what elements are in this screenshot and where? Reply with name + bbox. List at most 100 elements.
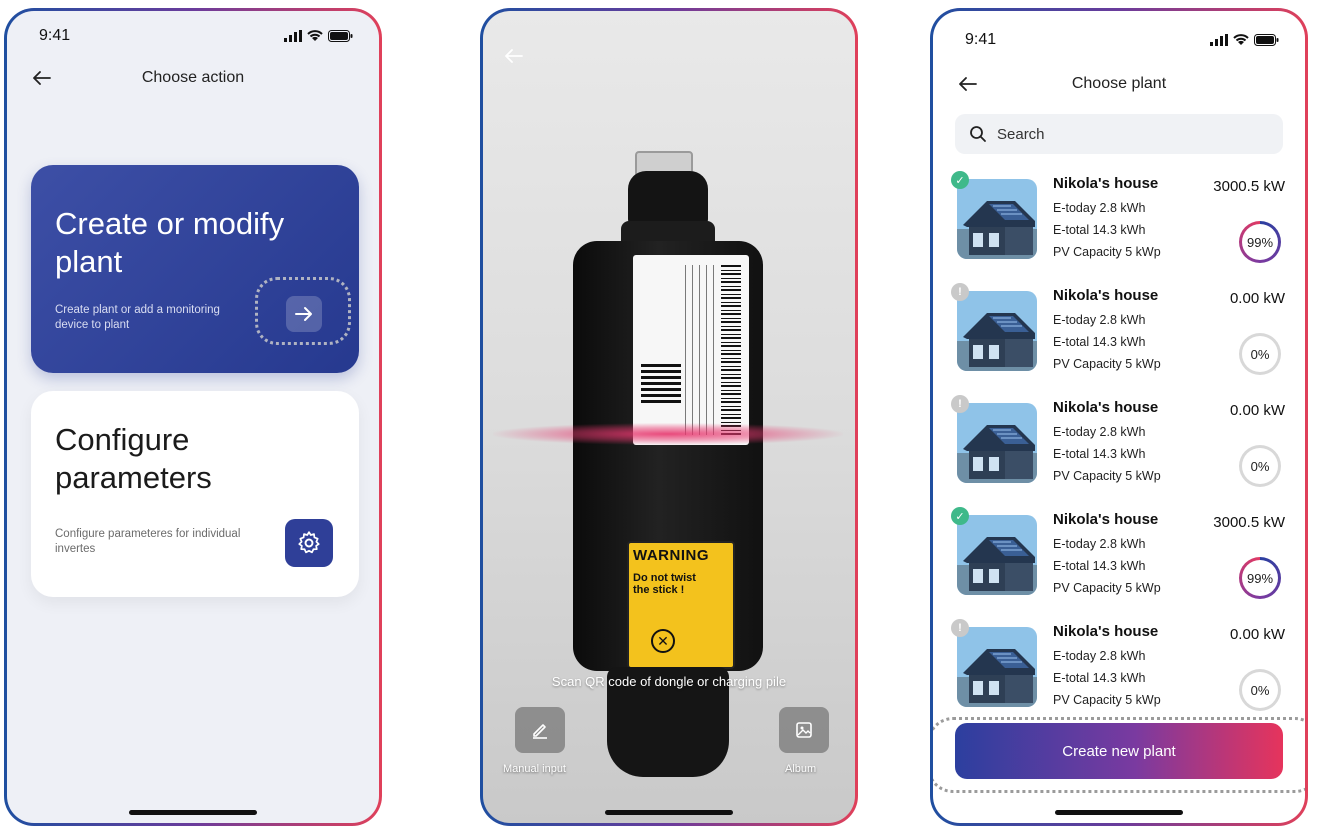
- album-label: Album: [785, 763, 817, 775]
- plant-percent: 99%: [1242, 560, 1278, 596]
- plant-list-item[interactable]: ! Nikola's house 0.00 kW E-today 2.8 kWh…: [951, 283, 1289, 399]
- back-arrow-icon: [959, 77, 977, 91]
- image-icon: [796, 722, 812, 738]
- plant-e-today: E-today 2.8 kWh: [1053, 313, 1146, 327]
- exclamation-icon: !: [951, 283, 969, 301]
- house-image: [957, 515, 1037, 595]
- gear-icon: [298, 531, 320, 554]
- plant-power: 0.00 kW: [1229, 290, 1285, 307]
- plant-power: 0.00 kW: [1229, 402, 1285, 419]
- status-icons: [1210, 34, 1279, 46]
- pencil-icon: [533, 724, 547, 739]
- status-time: 9:41: [965, 31, 997, 48]
- configure-parameters-description: Configure parameteres for individual inv…: [55, 528, 241, 555]
- configure-parameters-card[interactable]: Configure parameters Configure parameter…: [31, 391, 359, 597]
- arrow-right-icon: [295, 307, 312, 321]
- warning-sticker: WARNING Do not twist the stick ! ✕: [627, 541, 735, 669]
- plant-percent: 0%: [1242, 672, 1278, 708]
- plant-thumbnail: [957, 291, 1037, 371]
- house-image: [957, 291, 1037, 371]
- search-icon: [970, 126, 986, 142]
- status-icons: [284, 30, 353, 42]
- status-bar: 9:41: [39, 25, 353, 47]
- exclamation-icon: !: [951, 395, 969, 413]
- warning-x-icon: ✕: [651, 629, 675, 653]
- plant-pv-capacity: PV Capacity 5 kWp: [1053, 245, 1161, 259]
- plant-power: 3000.5 kW: [1213, 178, 1285, 195]
- create-plant-card[interactable]: Create or modify plant Create plant or a…: [31, 165, 359, 373]
- plant-name: Nikola's house: [1053, 175, 1159, 192]
- create-new-plant-button[interactable]: Create new plant: [955, 723, 1283, 779]
- plant-percent: 99%: [1242, 224, 1278, 260]
- home-indicator: [605, 810, 733, 815]
- screen-choose-action: 9:41 Choose action Create or modify plan…: [7, 11, 379, 823]
- configure-parameters-title: Configure parameters: [55, 422, 212, 495]
- plant-pv-capacity: PV Capacity 5 kWp: [1053, 469, 1161, 483]
- plant-name: Nikola's house: [1053, 287, 1159, 304]
- page-title: Choose plant: [1071, 75, 1167, 92]
- warning-text: Do not twist the stick !: [633, 572, 696, 596]
- plant-percent-ring: 99%: [1239, 557, 1281, 599]
- create-plant-arrow-button[interactable]: [286, 296, 322, 332]
- back-button[interactable]: [499, 41, 529, 71]
- back-arrow-icon: [505, 49, 523, 63]
- back-arrow-icon: [33, 71, 51, 85]
- create-plant-title: Create or modify plant: [55, 206, 285, 279]
- plant-e-today: E-today 2.8 kWh: [1053, 649, 1146, 663]
- manual-input-button[interactable]: [515, 707, 565, 753]
- plant-list-item[interactable]: ! Nikola's house 0.00 kW E-today 2.8 kWh…: [951, 395, 1289, 511]
- phone-scan-qr: WARNING Do not twist the stick ! ✕ Scan …: [480, 8, 858, 826]
- wifi-icon: [1233, 34, 1249, 45]
- plant-thumbnail: [957, 627, 1037, 707]
- battery-icon: [1254, 34, 1279, 46]
- plant-percent-ring: 0%: [1239, 333, 1281, 375]
- plant-percent: 0%: [1242, 336, 1278, 372]
- status-bar: 9:41: [965, 29, 1279, 51]
- signal-icon: [1210, 34, 1228, 46]
- back-button[interactable]: [27, 63, 57, 93]
- plant-name: Nikola's house: [1053, 399, 1159, 416]
- home-indicator: [129, 810, 257, 815]
- device-cap: [628, 171, 708, 227]
- screen-choose-plant: 9:41 Choose plant Search ✓ Nikola's hous…: [933, 11, 1305, 823]
- device-label: [633, 255, 749, 445]
- plant-list-item[interactable]: ✓ Nikola's house 3000.5 kW E-today 2.8 k…: [951, 171, 1289, 287]
- house-image: [957, 179, 1037, 259]
- plant-list-item[interactable]: ✓ Nikola's house 3000.5 kW E-today 2.8 k…: [951, 507, 1289, 623]
- scan-line: [493, 423, 843, 445]
- plant-e-total: E-total 14.3 kWh: [1053, 335, 1146, 349]
- exclamation-icon: !: [951, 619, 969, 637]
- plant-pv-capacity: PV Capacity 5 kWp: [1053, 581, 1161, 595]
- plant-name: Nikola's house: [1053, 623, 1159, 640]
- configure-parameters-button[interactable]: [285, 519, 333, 567]
- plant-e-today: E-today 2.8 kWh: [1053, 425, 1146, 439]
- check-icon: ✓: [951, 171, 969, 189]
- back-button[interactable]: [953, 69, 983, 99]
- highlight-dotted-outline: [255, 277, 351, 345]
- battery-icon: [328, 30, 353, 42]
- plant-e-today: E-today 2.8 kWh: [1053, 201, 1146, 215]
- qr-code: [641, 363, 681, 403]
- screen-scan-qr: WARNING Do not twist the stick ! ✕ Scan …: [483, 11, 855, 823]
- plant-thumbnail: [957, 179, 1037, 259]
- house-image: [957, 627, 1037, 707]
- nav-bar: Choose action: [7, 63, 379, 93]
- plant-list: ✓ Nikola's house 3000.5 kW E-today 2.8 k…: [951, 171, 1289, 735]
- album-button[interactable]: [779, 707, 829, 753]
- search-input[interactable]: Search: [955, 114, 1283, 154]
- plant-e-total: E-total 14.3 kWh: [1053, 671, 1146, 685]
- search-placeholder: Search: [997, 125, 1045, 143]
- create-plant-description: Create plant or add a monitoring device …: [55, 304, 220, 331]
- plant-e-total: E-total 14.3 kWh: [1053, 223, 1146, 237]
- phone-choose-action: 9:41 Choose action Create or modify plan…: [4, 8, 382, 826]
- label-text-lines: [685, 265, 719, 435]
- plant-pv-capacity: PV Capacity 5 kWp: [1053, 357, 1161, 371]
- plant-percent: 0%: [1242, 448, 1278, 484]
- scan-caption: Scan QR code of dongle or charging pile: [551, 674, 787, 689]
- device-body: WARNING Do not twist the stick ! ✕: [573, 241, 763, 671]
- wifi-icon: [307, 30, 323, 41]
- phone-choose-plant: 9:41 Choose plant Search ✓ Nikola's hous…: [930, 8, 1308, 826]
- plant-name: Nikola's house: [1053, 511, 1159, 528]
- plant-power: 0.00 kW: [1229, 626, 1285, 643]
- plant-pv-capacity: PV Capacity 5 kWp: [1053, 693, 1161, 707]
